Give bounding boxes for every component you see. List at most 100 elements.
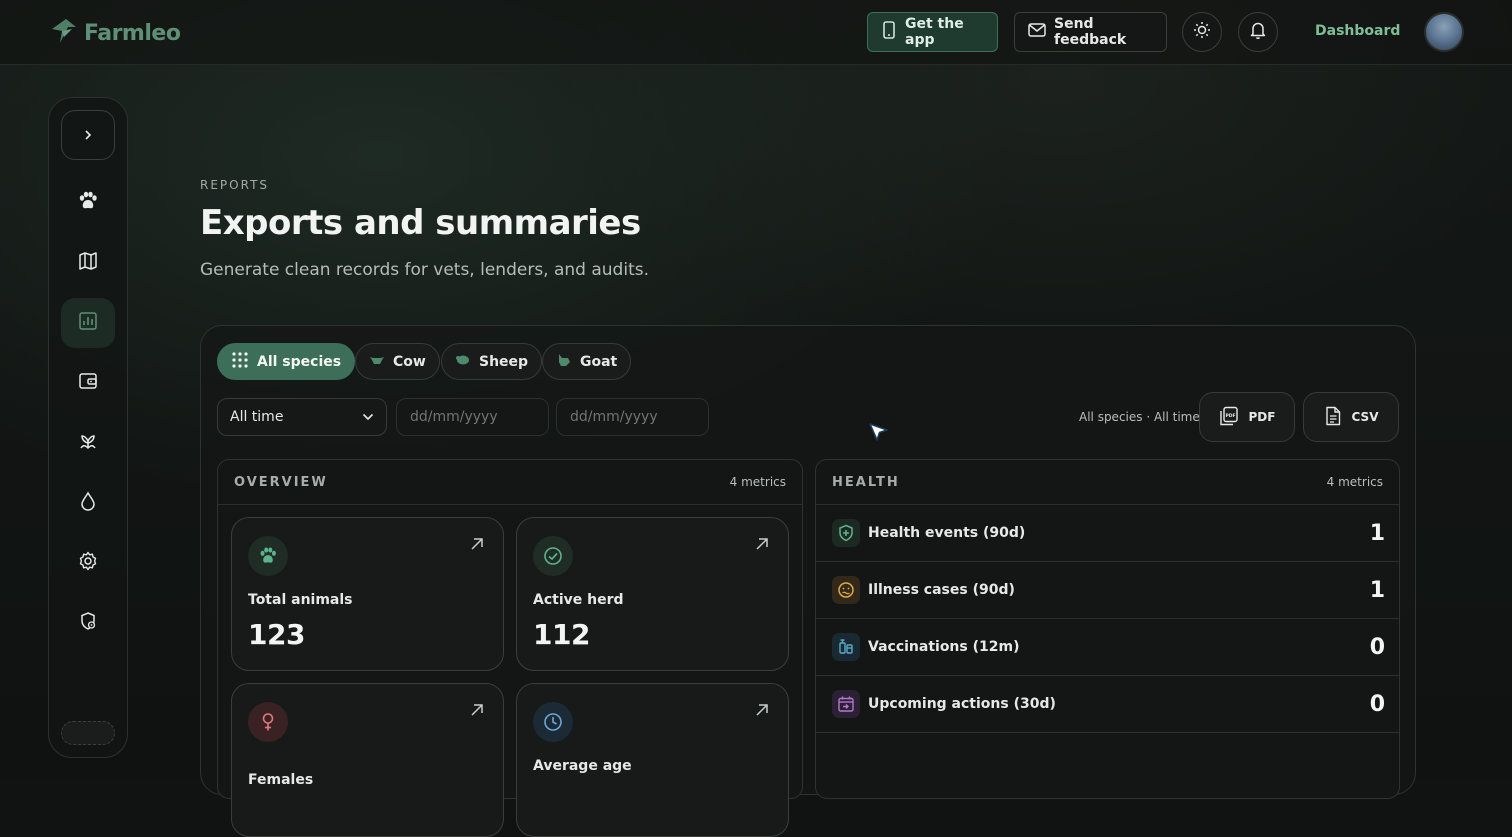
date-from-placeholder: dd/mm/yyyy — [410, 409, 498, 425]
species-chip-label: Goat — [580, 353, 618, 370]
syringe-icon — [832, 633, 860, 661]
paw-icon — [248, 536, 288, 576]
export-pdf-button[interactable]: PDF PDF — [1199, 392, 1295, 442]
svg-text:PDF: PDF — [1225, 413, 1235, 419]
sidebar-item-crops[interactable] — [61, 418, 115, 468]
sidebar-item-animals[interactable] — [61, 178, 115, 228]
chevron-right-icon — [83, 126, 93, 145]
sick-face-icon — [832, 576, 860, 604]
health-row-label: Vaccinations (12m) — [868, 639, 1020, 655]
brand-logo[interactable]: Farmleo — [48, 15, 181, 51]
page-title: Exports and summaries — [200, 203, 641, 243]
plant-icon — [78, 431, 98, 455]
sidebar-item-finance[interactable] — [61, 358, 115, 408]
health-row-value: 0 — [1369, 634, 1385, 660]
phone-icon — [881, 21, 897, 43]
arrow-up-right-icon — [754, 536, 770, 556]
cow-icon — [369, 354, 385, 370]
metric-value: 123 — [248, 618, 305, 651]
metric-card-total-animals[interactable]: Total animals 123 — [231, 517, 504, 671]
health-card-header: HEALTH 4 metrics — [816, 460, 1399, 505]
page-eyebrow: REPORTS — [200, 178, 270, 192]
health-row-events[interactable]: Health events (90d) 1 — [816, 505, 1399, 562]
sheep-icon — [455, 353, 471, 371]
sidebar-item-map[interactable] — [61, 238, 115, 288]
shield-icon — [78, 611, 98, 635]
paw-icon — [77, 190, 99, 216]
species-chip-label: All species — [257, 353, 342, 370]
period-select[interactable]: All time — [217, 398, 387, 436]
metric-card-females[interactable]: Females — [231, 683, 504, 837]
metric-label: Total animals — [248, 592, 353, 608]
metric-label: Average age — [533, 758, 632, 774]
send-feedback-button[interactable]: Send feedback — [1014, 12, 1167, 52]
health-count: 4 metrics — [1326, 475, 1383, 489]
mail-icon — [1028, 23, 1046, 41]
arrow-up-right-icon — [469, 702, 485, 722]
dashboard-link[interactable]: Dashboard — [1315, 23, 1400, 39]
health-row-vaccinations[interactable]: Vaccinations (12m) 0 — [816, 619, 1399, 676]
arrow-up-right-icon — [469, 536, 485, 556]
female-symbol-icon — [248, 702, 288, 742]
sidebar-item-reports[interactable] — [61, 298, 115, 348]
export-csv-button[interactable]: CSV — [1303, 392, 1399, 442]
metric-card-average-age[interactable]: Average age — [516, 683, 789, 837]
sidebar-item-water[interactable] — [61, 478, 115, 528]
date-to-input[interactable]: dd/mm/yyyy — [556, 398, 709, 436]
notifications-button[interactable] — [1238, 12, 1278, 52]
date-to-placeholder: dd/mm/yyyy — [570, 409, 658, 425]
map-icon — [78, 251, 98, 275]
mouse-cursor — [866, 420, 892, 450]
overview-count: 4 metrics — [729, 475, 786, 489]
shield-plus-icon — [832, 519, 860, 547]
species-chip-all[interactable]: All species — [217, 343, 356, 380]
wallet-icon — [78, 371, 98, 395]
get-app-button[interactable]: Get the app — [867, 12, 998, 52]
sun-icon — [1193, 21, 1211, 43]
metric-card-active-herd[interactable]: Active herd 112 — [516, 517, 789, 671]
sidebar-expand-button[interactable] — [61, 110, 115, 160]
send-feedback-label: Send feedback — [1054, 16, 1127, 48]
species-chip-cow[interactable]: Cow — [355, 343, 440, 380]
get-app-label: Get the app — [905, 16, 964, 48]
chevron-down-icon — [362, 409, 374, 425]
species-chip-label: Sheep — [479, 353, 529, 370]
species-chip-label: Cow — [393, 353, 426, 370]
health-row-label: Health events (90d) — [868, 525, 1026, 541]
overview-card: OVERVIEW 4 metrics Total animals 123 Act… — [217, 459, 803, 837]
health-row-illness[interactable]: Illness cases (90d) 1 — [816, 562, 1399, 619]
pdf-file-icon: PDF — [1219, 406, 1239, 429]
export-pdf-label: PDF — [1248, 410, 1276, 424]
health-row-value: 0 — [1369, 691, 1385, 717]
sidebar-item-security[interactable] — [61, 598, 115, 648]
check-circle-icon — [533, 536, 573, 576]
filter-summary: All species · All time — [1079, 410, 1200, 424]
metric-value: 112 — [533, 618, 590, 651]
metric-label: Active herd — [533, 592, 624, 608]
csv-file-icon — [1324, 406, 1342, 429]
species-chip-sheep[interactable]: Sheep — [441, 343, 543, 380]
arrow-up-right-icon — [754, 702, 770, 722]
overview-title: OVERVIEW — [234, 474, 328, 490]
sidebar-footer-placeholder — [61, 721, 115, 745]
avatar[interactable] — [1424, 12, 1464, 52]
species-chip-goat[interactable]: Goat — [542, 343, 632, 380]
sidebar-item-settings[interactable] — [61, 538, 115, 588]
calendar-arrow-icon — [832, 690, 860, 718]
health-card: HEALTH 4 metrics Health events (90d) 1 I… — [815, 459, 1400, 799]
health-title: HEALTH — [832, 474, 900, 490]
logo-icon — [48, 15, 80, 51]
health-row-label: Illness cases (90d) — [868, 582, 1015, 598]
theme-toggle-button[interactable] — [1182, 12, 1222, 52]
brand-name: Farmleo — [84, 20, 181, 46]
drop-icon — [79, 491, 97, 515]
bell-icon — [1250, 21, 1266, 43]
goat-icon — [556, 353, 572, 371]
chart-icon — [78, 311, 98, 335]
top-bar: Farmleo Get the app Send feedback Dashbo… — [0, 0, 1512, 65]
date-from-input[interactable]: dd/mm/yyyy — [396, 398, 549, 436]
health-row-upcoming[interactable]: Upcoming actions (30d) 0 — [816, 676, 1399, 733]
gear-icon — [78, 551, 98, 575]
sidebar — [48, 97, 128, 758]
clock-icon — [533, 702, 573, 742]
